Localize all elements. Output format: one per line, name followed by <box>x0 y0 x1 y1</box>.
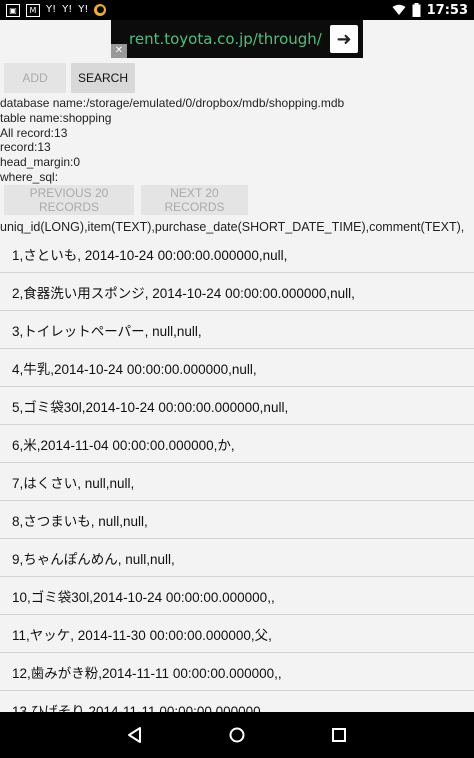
clock: 17:53 <box>426 2 468 18</box>
previous-records-button[interactable]: PREVIOUS 20 RECORDS <box>4 185 134 215</box>
where-sql: where_sql: <box>0 169 59 184</box>
battery-icon <box>412 3 421 17</box>
mail-icon: M <box>26 3 40 17</box>
list-item[interactable]: 12,歯みがき粉,2014-11-11 00:00:00.000000,, <box>0 653 474 691</box>
list-item[interactable]: 2,食器洗い用スポンジ, 2014-10-24 00:00:00.000000,… <box>0 273 474 311</box>
add-button[interactable]: ADD <box>4 63 66 93</box>
list-item[interactable]: 1,さといも, 2014-10-24 00:00:00.000000,null, <box>0 235 474 273</box>
image-icon: ▣ <box>6 3 20 17</box>
arrow-right-icon[interactable]: ➜ <box>330 25 358 53</box>
system-icons: 17:53 <box>392 0 468 20</box>
yahoo-icon: Y! <box>46 4 57 15</box>
search-button[interactable]: SEARCH <box>71 63 135 93</box>
record-count: record:13 <box>0 140 51 155</box>
wifi-icon <box>392 4 406 15</box>
database-name: database name:/storage/emulated/0/dropbo… <box>0 96 345 110</box>
list-item[interactable]: 4,牛乳,2014-10-24 00:00:00.000000,null, <box>0 349 474 387</box>
list-item[interactable]: 9,ちゃんぽんめん, null,null, <box>0 539 474 577</box>
table-info: database name:/storage/emulated/0/dropbo… <box>0 96 344 185</box>
head-margin: head_margin:0 <box>0 155 81 170</box>
status-bar: ▣ M Y! Y! Y! ● 17:53 <box>0 0 474 20</box>
list-item[interactable]: 3,トイレットペーパー, null,null, <box>0 311 474 349</box>
app-icon: ● <box>94 4 107 16</box>
close-icon[interactable]: ✕ <box>111 44 127 58</box>
list-item[interactable]: 8,さつまいも, null,null, <box>0 501 474 539</box>
table-name: table name:shopping <box>0 110 112 125</box>
columns-header: uniq_id(LONG),item(TEXT),purchase_date(S… <box>0 220 465 234</box>
back-icon[interactable] <box>125 725 145 745</box>
home-icon[interactable] <box>227 725 247 745</box>
next-records-button[interactable]: NEXT 20 RECORDS <box>141 185 248 215</box>
yahoo-icon: Y! <box>78 4 89 15</box>
list-item[interactable]: 6,米,2014-11-04 00:00:00.000000,か, <box>0 425 474 463</box>
ad-banner[interactable]: rent.toyota.co.jp/through/ ➜ <box>111 20 363 58</box>
all-record-count: All record:13 <box>0 125 68 140</box>
list-item[interactable]: 11,ヤッケ, 2014-11-30 00:00:00.000000,父, <box>0 615 474 653</box>
list-item[interactable]: 10,ゴミ袋30l,2014-10-24 00:00:00.000000,, <box>0 577 474 615</box>
list-item[interactable]: 5,ゴミ袋30l,2014-10-24 00:00:00.000000,null… <box>0 387 474 425</box>
record-list: 1,さといも, 2014-10-24 00:00:00.000000,null,… <box>0 235 474 729</box>
ad-url-text[interactable]: rent.toyota.co.jp/through/ <box>129 30 322 48</box>
recent-apps-icon[interactable] <box>329 725 349 745</box>
notification-icons: ▣ M Y! Y! Y! ● <box>0 3 107 17</box>
list-item[interactable]: 7,はくさい, null,null, <box>0 463 474 501</box>
yahoo-icon: Y! <box>62 4 73 15</box>
navigation-bar <box>0 712 474 758</box>
